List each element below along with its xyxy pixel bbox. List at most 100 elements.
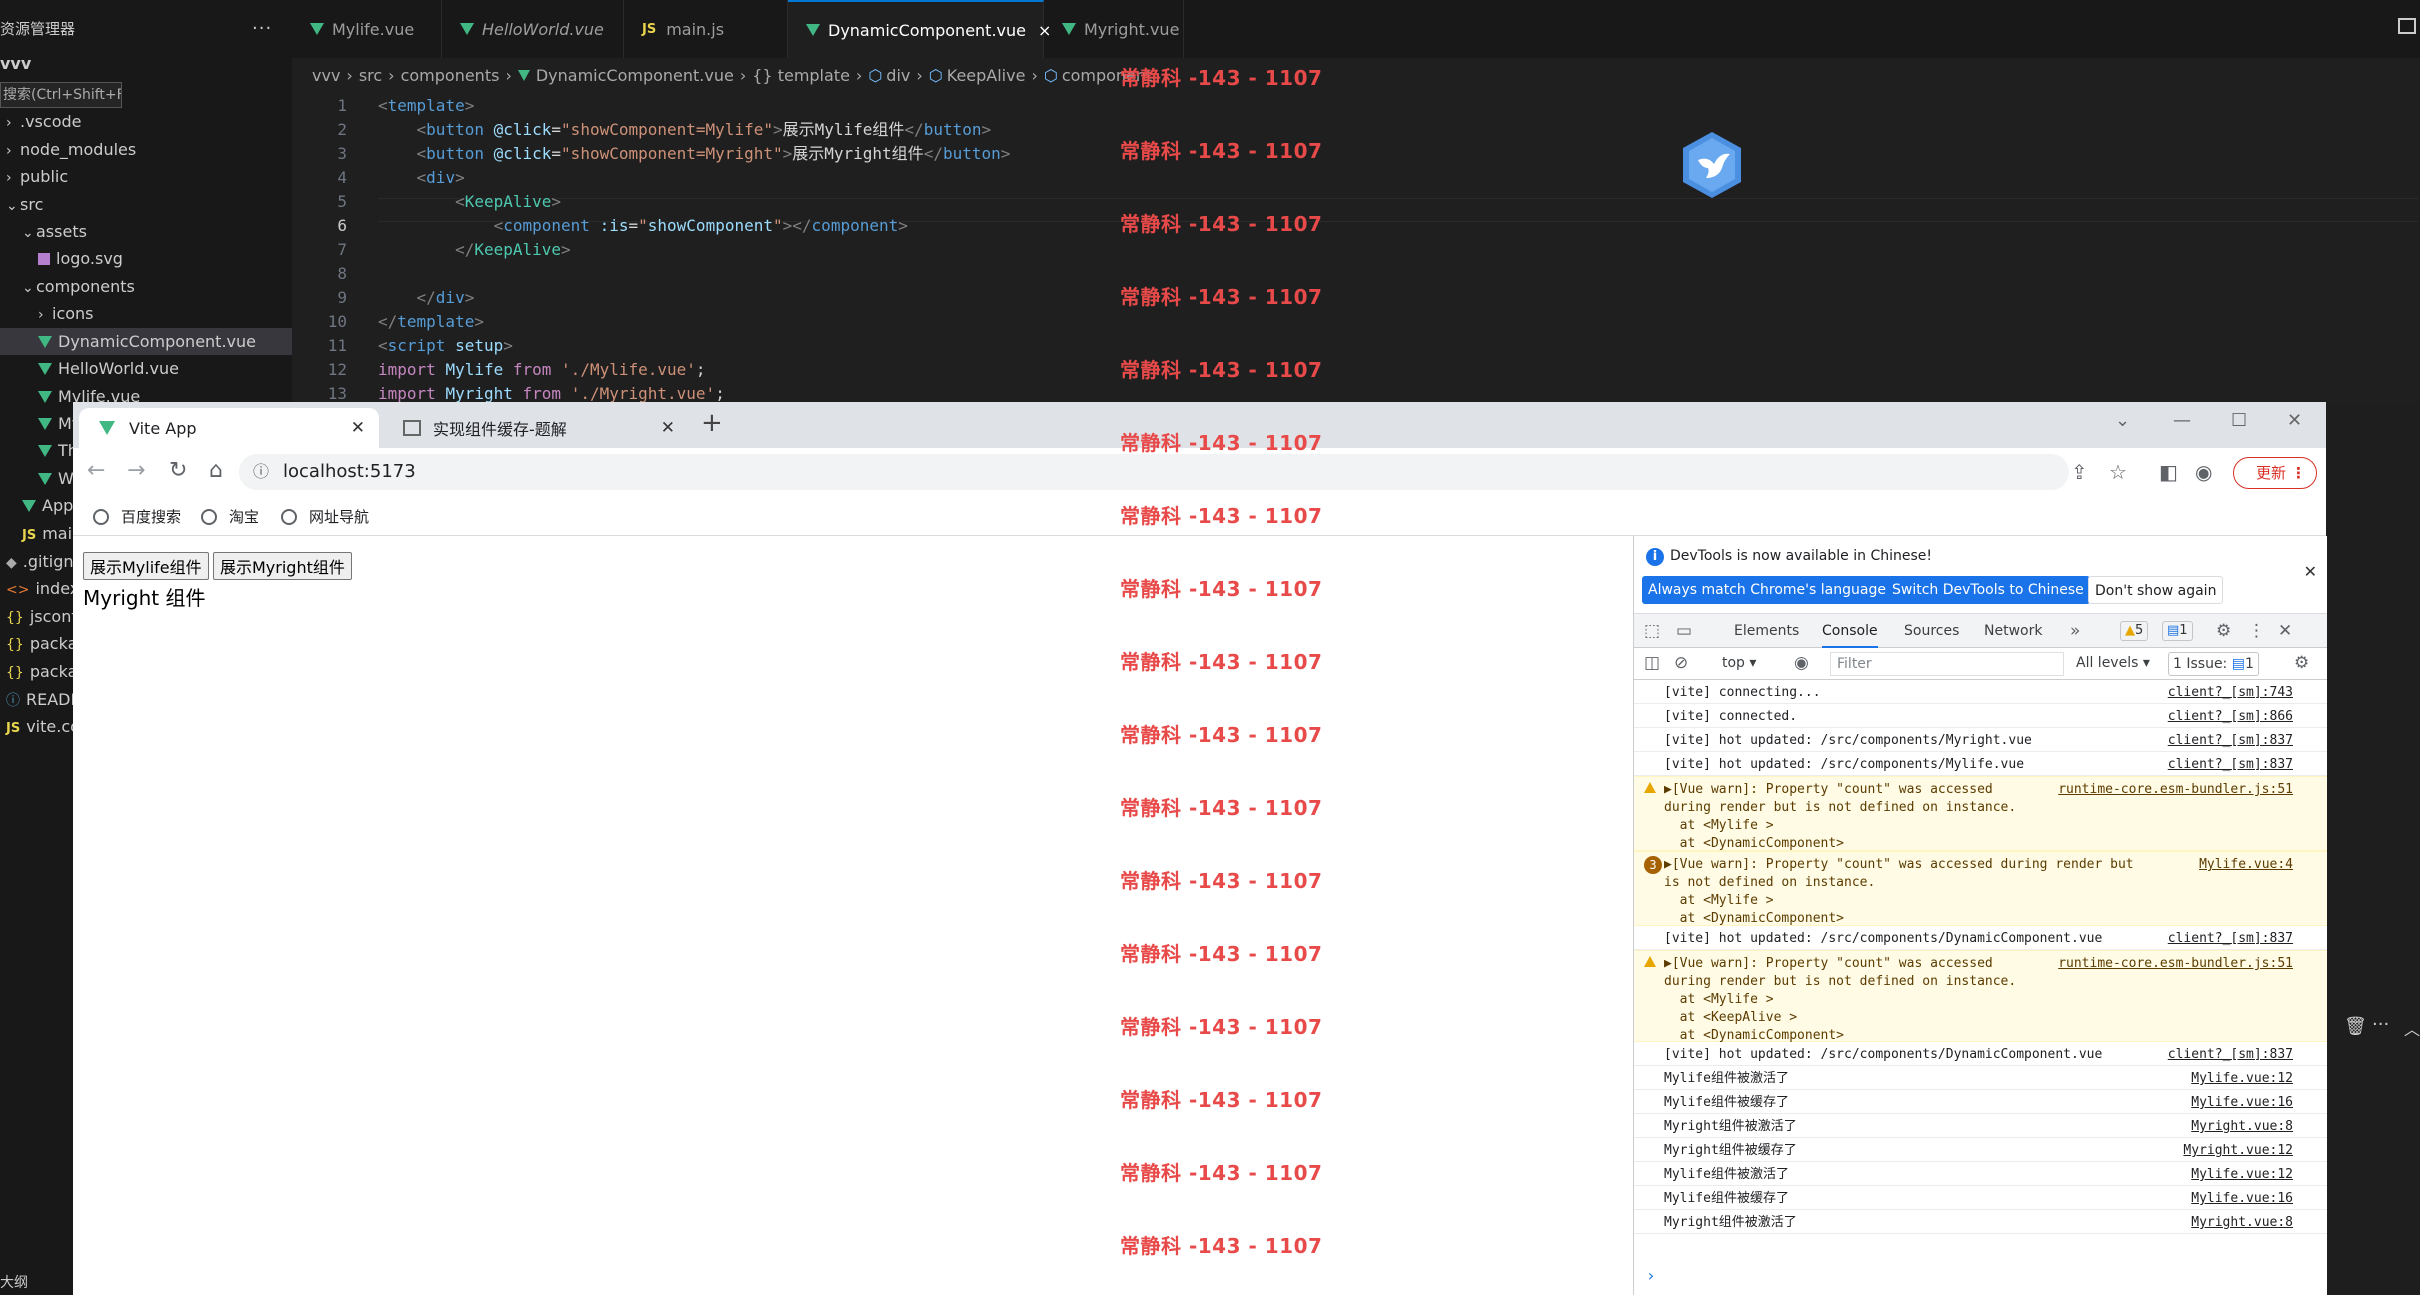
console-source-link[interactable]: client?_[sm]:866 (2168, 708, 2293, 726)
console-source-link[interactable]: client?_[sm]:837 (2168, 732, 2293, 750)
kebab-menu-icon[interactable]: ⋮ (2248, 621, 2265, 641)
home-icon[interactable]: ⌂ (209, 458, 223, 483)
log-levels-dropdown[interactable]: All levels ▾ (2076, 655, 2150, 671)
close-banner-icon[interactable]: ✕ (2304, 562, 2317, 581)
browser-tab-vite-app[interactable]: Vite App ✕ (79, 408, 379, 448)
close-window-icon[interactable]: ✕ (2287, 410, 2302, 431)
split-editor-icon[interactable] (2398, 18, 2416, 34)
tab-search-icon[interactable]: ⌄ (2115, 410, 2130, 431)
breadcrumb-item[interactable]: ⬡ KeepAlive (929, 66, 1026, 85)
browser-tab-solution[interactable]: 实现组件缓存-题解 ✕ (383, 408, 689, 448)
tree-item[interactable]: › .vscode (0, 108, 292, 135)
console-warning[interactable]: ▶[Vue warn]: Property "count" was access… (1634, 776, 2327, 851)
more-icon[interactable]: ··· (2372, 1014, 2389, 1035)
reload-icon[interactable]: ↻ (169, 458, 187, 483)
tree-item[interactable]: › node_modules (0, 136, 292, 163)
editor-tab[interactable]: JS main.js (624, 0, 788, 58)
breadcrumb-item[interactable]: ⬡ div (868, 66, 910, 85)
console-source-link[interactable]: client?_[sm]:837 (2168, 930, 2293, 948)
side-panel-icon[interactable]: ◧ (2159, 460, 2178, 484)
close-tab-icon[interactable]: ✕ (351, 418, 365, 438)
match-language-button[interactable]: Always match Chrome's language (1642, 576, 1892, 604)
profile-avatar-icon[interactable]: ◉ (2195, 460, 2212, 484)
forward-icon[interactable]: → (127, 458, 145, 483)
tree-item[interactable]: ⌄ assets (0, 218, 292, 245)
console-source-link[interactable]: Myright.vue:8 (2191, 1214, 2293, 1232)
address-bar[interactable]: ⓘ localhost:5173 (239, 454, 2069, 490)
breadcrumb-item[interactable]: components (401, 66, 500, 85)
tree-item[interactable]: ⌄ src (0, 191, 292, 218)
device-toolbar-icon[interactable]: ▭ (1676, 621, 1692, 641)
console-filter-input[interactable]: Filter (1830, 652, 2064, 676)
editor-tab[interactable]: Mylife.vue (292, 0, 442, 58)
tree-item[interactable]: DynamicComponent.vue (0, 328, 292, 355)
back-icon[interactable]: ← (87, 458, 105, 483)
console-warning[interactable]: ▶[Vue warn]: Property "count" was access… (1634, 950, 2327, 1043)
close-tab-icon[interactable]: ✕ (661, 418, 675, 438)
console-source-link[interactable]: Mylife.vue:16 (2191, 1094, 2293, 1112)
minimize-icon[interactable]: — (2173, 410, 2191, 431)
bookmark-taobao[interactable]: 淘宝 (201, 506, 259, 527)
settings-gear-icon[interactable]: ⚙ (2216, 621, 2231, 641)
console-source-link[interactable]: Mylife.vue:16 (2191, 1190, 2293, 1208)
inspect-element-icon[interactable]: ⬚ (1644, 621, 1660, 641)
console-warning[interactable]: 3 ▶[Vue warn]: Property "count" was acces… (1634, 851, 2327, 926)
console-source-link[interactable]: client?_[sm]:837 (2168, 756, 2293, 774)
tree-item[interactable]: › public (0, 163, 292, 190)
show-mylife-button[interactable]: 展示Mylife组件 (83, 552, 209, 580)
console-source-link[interactable]: Mylife.vue:4 (2199, 856, 2293, 874)
console-source-link[interactable]: client?_[sm]:837 (2168, 1046, 2293, 1064)
sidebar-toggle-icon[interactable]: ◫ (1644, 653, 1660, 673)
bookmark-baidu[interactable]: 百度搜索 (93, 506, 181, 527)
messages-badge[interactable]: ▤1 (2162, 621, 2193, 641)
editor-tab[interactable]: DynamicComponent.vue × (788, 0, 1051, 58)
trash-icon[interactable]: 🗑 (2344, 1016, 2367, 1037)
breadcrumb-item[interactable]: DynamicComponent.vue (517, 66, 734, 85)
chevron-up-icon[interactable]: ︿ (2404, 1016, 2420, 1040)
live-expression-eye-icon[interactable]: ◉ (1794, 653, 1809, 673)
breadcrumb-item[interactable]: src (359, 66, 382, 85)
console-prompt[interactable]: › (1646, 1266, 1656, 1285)
site-info-icon[interactable]: ⓘ (253, 454, 269, 490)
console-source-link[interactable]: runtime-core.esm-bundler.js:51 (2058, 955, 2293, 973)
outline-section[interactable]: 大纲 (0, 1272, 28, 1292)
console-source-link[interactable]: client?_[sm]:743 (2168, 684, 2293, 702)
new-tab-button[interactable]: + (701, 408, 723, 438)
share-icon[interactable]: ⇪ (2071, 460, 2088, 484)
tree-item[interactable]: › icons (0, 300, 292, 327)
console-source-link[interactable]: Mylife.vue:12 (2191, 1166, 2293, 1184)
bookmark-star-icon[interactable]: ☆ (2109, 460, 2127, 484)
root-folder[interactable]: vvv (0, 54, 31, 73)
console-settings-gear-icon[interactable]: ⚙ (2294, 653, 2309, 673)
console-source-link[interactable]: Myright.vue:8 (2191, 1118, 2293, 1136)
context-selector[interactable]: top ▾ (1722, 655, 1756, 671)
warnings-badge[interactable]: ▲5 (2120, 621, 2149, 641)
console-source-link[interactable]: Mylife.vue:12 (2191, 1070, 2293, 1088)
update-button[interactable]: 更新 ⋮ (2233, 457, 2317, 489)
breadcrumb-item[interactable]: {} template (752, 66, 850, 85)
editor-tab[interactable]: Myright.vue (1044, 0, 1184, 58)
tab-network[interactable]: Network (1984, 614, 2042, 648)
tab-sources[interactable]: Sources (1904, 614, 1959, 648)
tree-item[interactable]: logo.svg (0, 245, 292, 272)
clear-console-icon[interactable]: ⊘ (1674, 653, 1688, 673)
more-actions-icon[interactable]: ··· (252, 18, 272, 39)
tree-item[interactable]: ⌄ components (0, 273, 292, 300)
tab-console[interactable]: Console (1822, 614, 1878, 648)
show-myright-button[interactable]: 展示Myright组件 (213, 552, 352, 580)
editor-tab[interactable]: HelloWorld.vue (442, 0, 624, 58)
breadcrumb-item[interactable]: vvv (312, 66, 340, 85)
tab-elements[interactable]: Elements (1734, 614, 1799, 648)
console-source-link[interactable]: runtime-core.esm-bundler.js:51 (2058, 781, 2293, 799)
tree-item[interactable]: HelloWorld.vue (0, 355, 292, 382)
issues-button[interactable]: 1 Issue: ▤1 (2168, 652, 2259, 676)
dont-show-again-button[interactable]: Don't show again (2088, 576, 2224, 604)
bookmark-navigation[interactable]: 网址导航 (281, 506, 369, 527)
bird-app-icon[interactable] (1680, 130, 1744, 200)
switch-chinese-button[interactable]: Switch DevTools to Chinese (1886, 576, 2090, 604)
maximize-icon[interactable]: ☐ (2231, 410, 2247, 431)
code-editor[interactable]: 1 <template> 2 <button @click="showCompon… (292, 94, 2420, 404)
close-devtools-icon[interactable]: ✕ (2278, 621, 2292, 641)
console-source-link[interactable]: Myright.vue:12 (2183, 1142, 2293, 1160)
more-tabs-icon[interactable]: » (2070, 621, 2080, 641)
